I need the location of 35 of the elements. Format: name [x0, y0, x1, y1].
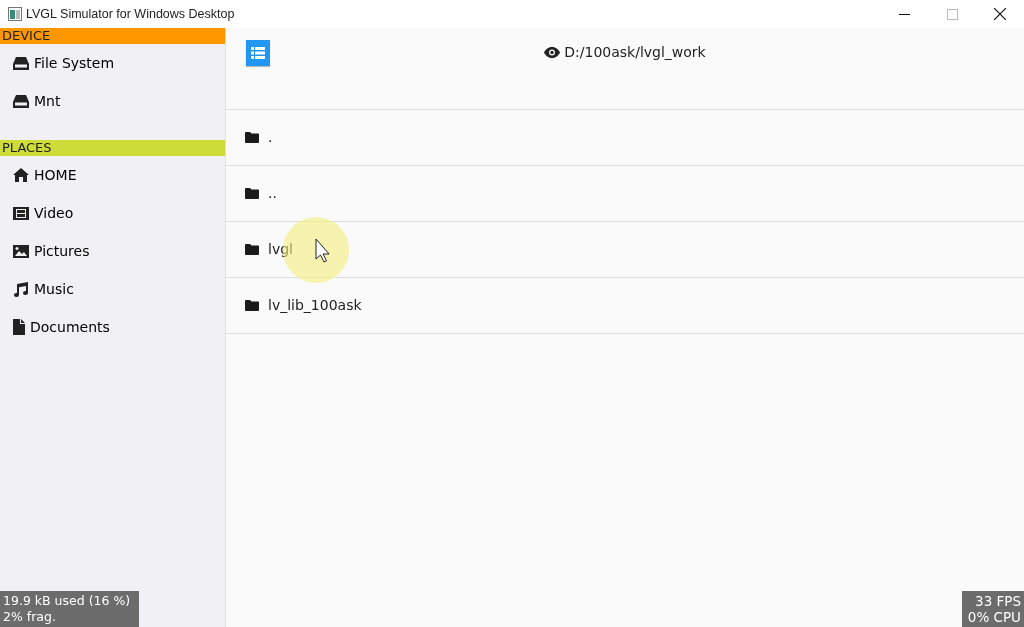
list-icon	[251, 47, 265, 59]
file-row[interactable]: lv_lib_100ask	[226, 278, 1024, 334]
file-row[interactable]: .	[226, 110, 1024, 166]
home-icon	[13, 168, 29, 182]
folder-icon	[245, 188, 259, 199]
minimize-icon	[898, 13, 910, 15]
close-icon	[994, 8, 1006, 20]
memory-monitor: 19.9 kB used (16 %) 2% frag.	[0, 591, 139, 627]
sidebar-item[interactable]: HOME	[0, 156, 225, 194]
app-icon	[8, 7, 22, 21]
file-row[interactable]: ..	[226, 166, 1024, 222]
sidebar-item[interactable]: File System	[0, 44, 225, 82]
film-icon	[13, 206, 29, 220]
current-path: D:/100ask/lvgl_work	[564, 43, 706, 62]
folder-icon	[245, 244, 259, 255]
music-note-icon	[13, 281, 29, 297]
section-header: DEVICE	[0, 28, 225, 44]
sidebar-item[interactable]: Pictures	[0, 232, 225, 270]
maximize-icon	[946, 8, 958, 20]
eye-icon	[544, 47, 561, 58]
list-view-button[interactable]	[246, 40, 270, 66]
drive-icon	[13, 56, 29, 70]
file-icon	[13, 319, 25, 335]
section-header: PLACES	[0, 140, 225, 156]
window-title: LVGL Simulator for Windows Desktop	[26, 5, 235, 23]
folder-icon	[245, 300, 259, 311]
sidebar-item[interactable]: Video	[0, 194, 225, 232]
sidebar-item[interactable]: Documents	[0, 308, 225, 346]
drive-icon	[13, 94, 29, 108]
folder-icon	[245, 132, 259, 143]
sidebar-item[interactable]: Mnt	[0, 82, 225, 120]
sidebar-item[interactable]: Music	[0, 270, 225, 308]
performance-monitor: 33 FPS 0% CPU	[962, 591, 1024, 627]
file-row[interactable]: lvgl	[226, 222, 1024, 278]
image-icon	[13, 244, 29, 258]
